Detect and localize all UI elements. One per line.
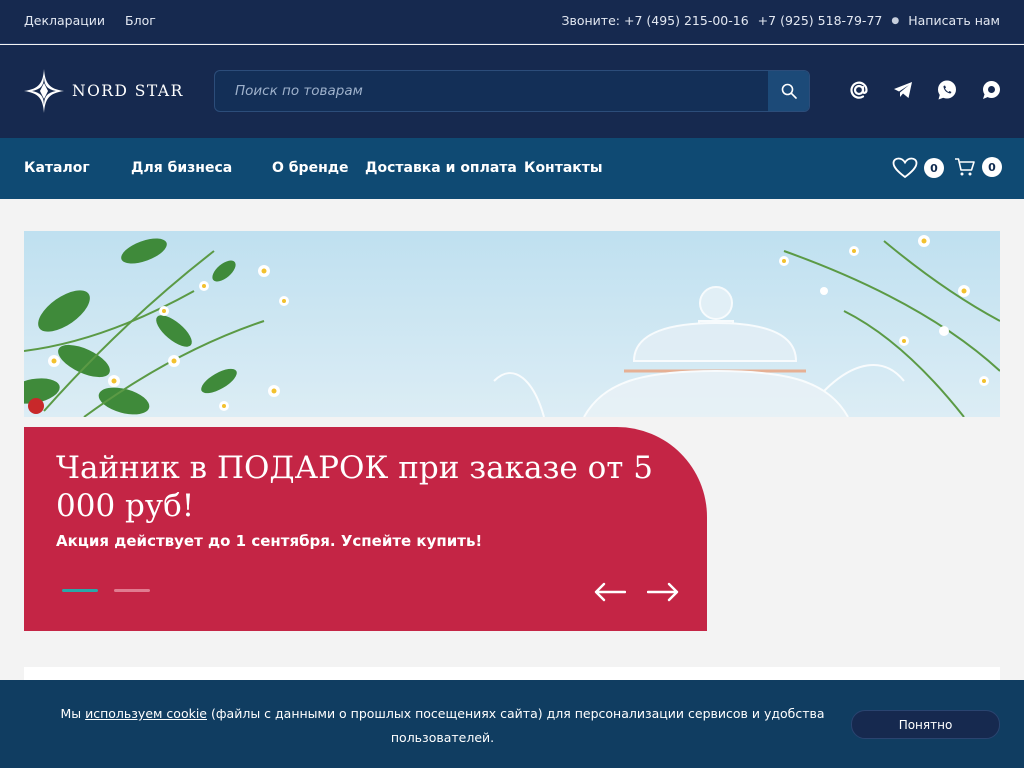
favorites[interactable]: 0 — [892, 157, 944, 179]
main-nav: Каталог Для бизнеса О бренде Доставка и … — [0, 138, 1024, 199]
phone-1[interactable]: +7 (495) 215-00-16 — [624, 13, 749, 29]
teapot — [493, 286, 905, 417]
cookie-text: Мы используем cookie (файлы с данными о … — [60, 702, 825, 750]
favorites-count-badge: 0 — [924, 158, 944, 178]
promo-subtitle: Акция действует до 1 сентября. Успейте к… — [56, 532, 483, 550]
nav-item-business[interactable]: Для бизнеса — [131, 160, 232, 176]
slider-dot-2[interactable] — [114, 589, 150, 592]
logo[interactable]: NORD STAR — [24, 69, 184, 113]
cookie-link[interactable]: используем cookie — [85, 706, 207, 721]
search-input[interactable] — [215, 71, 770, 111]
logo-text: NORD STAR — [72, 82, 184, 100]
email-icon[interactable] — [848, 79, 870, 101]
cookie-accept-button[interactable]: Понятно — [851, 710, 1000, 739]
slider-dots — [62, 589, 150, 592]
social-links — [848, 79, 1002, 101]
cookie-text-before: Мы — [60, 706, 82, 721]
promo-slide: Чайник в ПОДАРОК при заказе от 5 000 руб… — [24, 427, 707, 631]
cookie-text-after: (файлы с данными о прошлых посещениях са… — [210, 706, 825, 745]
cart-icon — [955, 158, 975, 176]
nav-item-catalog[interactable]: Каталог — [24, 160, 90, 176]
prev-slide-button[interactable] — [592, 577, 628, 607]
telegram-icon[interactable] — [892, 79, 914, 101]
top-bar: Декларации Блог Звоните: +7 (495) 215-00… — [0, 0, 1024, 44]
arrow-right-icon — [647, 582, 679, 602]
nav-item-brand[interactable]: О бренде — [272, 160, 349, 176]
right-chamomile — [779, 235, 989, 386]
contact-info: Звоните: +7 (495) 215-00-16 +7 (925) 518… — [561, 13, 1000, 29]
star-logo-icon — [24, 69, 64, 113]
top-links: Декларации Блог — [24, 13, 156, 28]
declarations-link[interactable]: Декларации — [24, 13, 105, 28]
search-button[interactable] — [768, 71, 809, 111]
whatsapp-icon[interactable] — [936, 79, 958, 101]
call-label: Звоните: — [561, 13, 620, 28]
cart-count-badge: 0 — [982, 157, 1002, 177]
hero-banner-image — [24, 231, 1000, 417]
promo-title: Чайник в ПОДАРОК при заказе от 5 000 руб… — [56, 450, 653, 524]
search-icon — [781, 83, 797, 99]
heart-icon — [892, 157, 918, 179]
arrow-left-icon — [594, 582, 626, 602]
separator-dot: ● — [891, 16, 900, 26]
left-foliage — [24, 238, 237, 415]
cart[interactable]: 0 — [954, 157, 1002, 177]
header: NORD STAR — [0, 45, 1024, 138]
cookie-banner: Мы используем cookie (файлы с данными о … — [0, 680, 1024, 768]
search-box — [214, 70, 810, 112]
phone-2[interactable]: +7 (925) 518-79-77 — [758, 13, 883, 29]
nav-item-delivery[interactable]: Доставка и оплата — [365, 160, 517, 176]
blog-link[interactable]: Блог — [125, 13, 156, 28]
write-us-link[interactable]: Написать нам — [908, 13, 1000, 29]
nav-item-contacts[interactable]: Контакты — [524, 160, 603, 176]
next-slide-button[interactable] — [645, 577, 681, 607]
slider-dot-1[interactable] — [62, 589, 98, 592]
chat-icon[interactable] — [980, 79, 1002, 101]
